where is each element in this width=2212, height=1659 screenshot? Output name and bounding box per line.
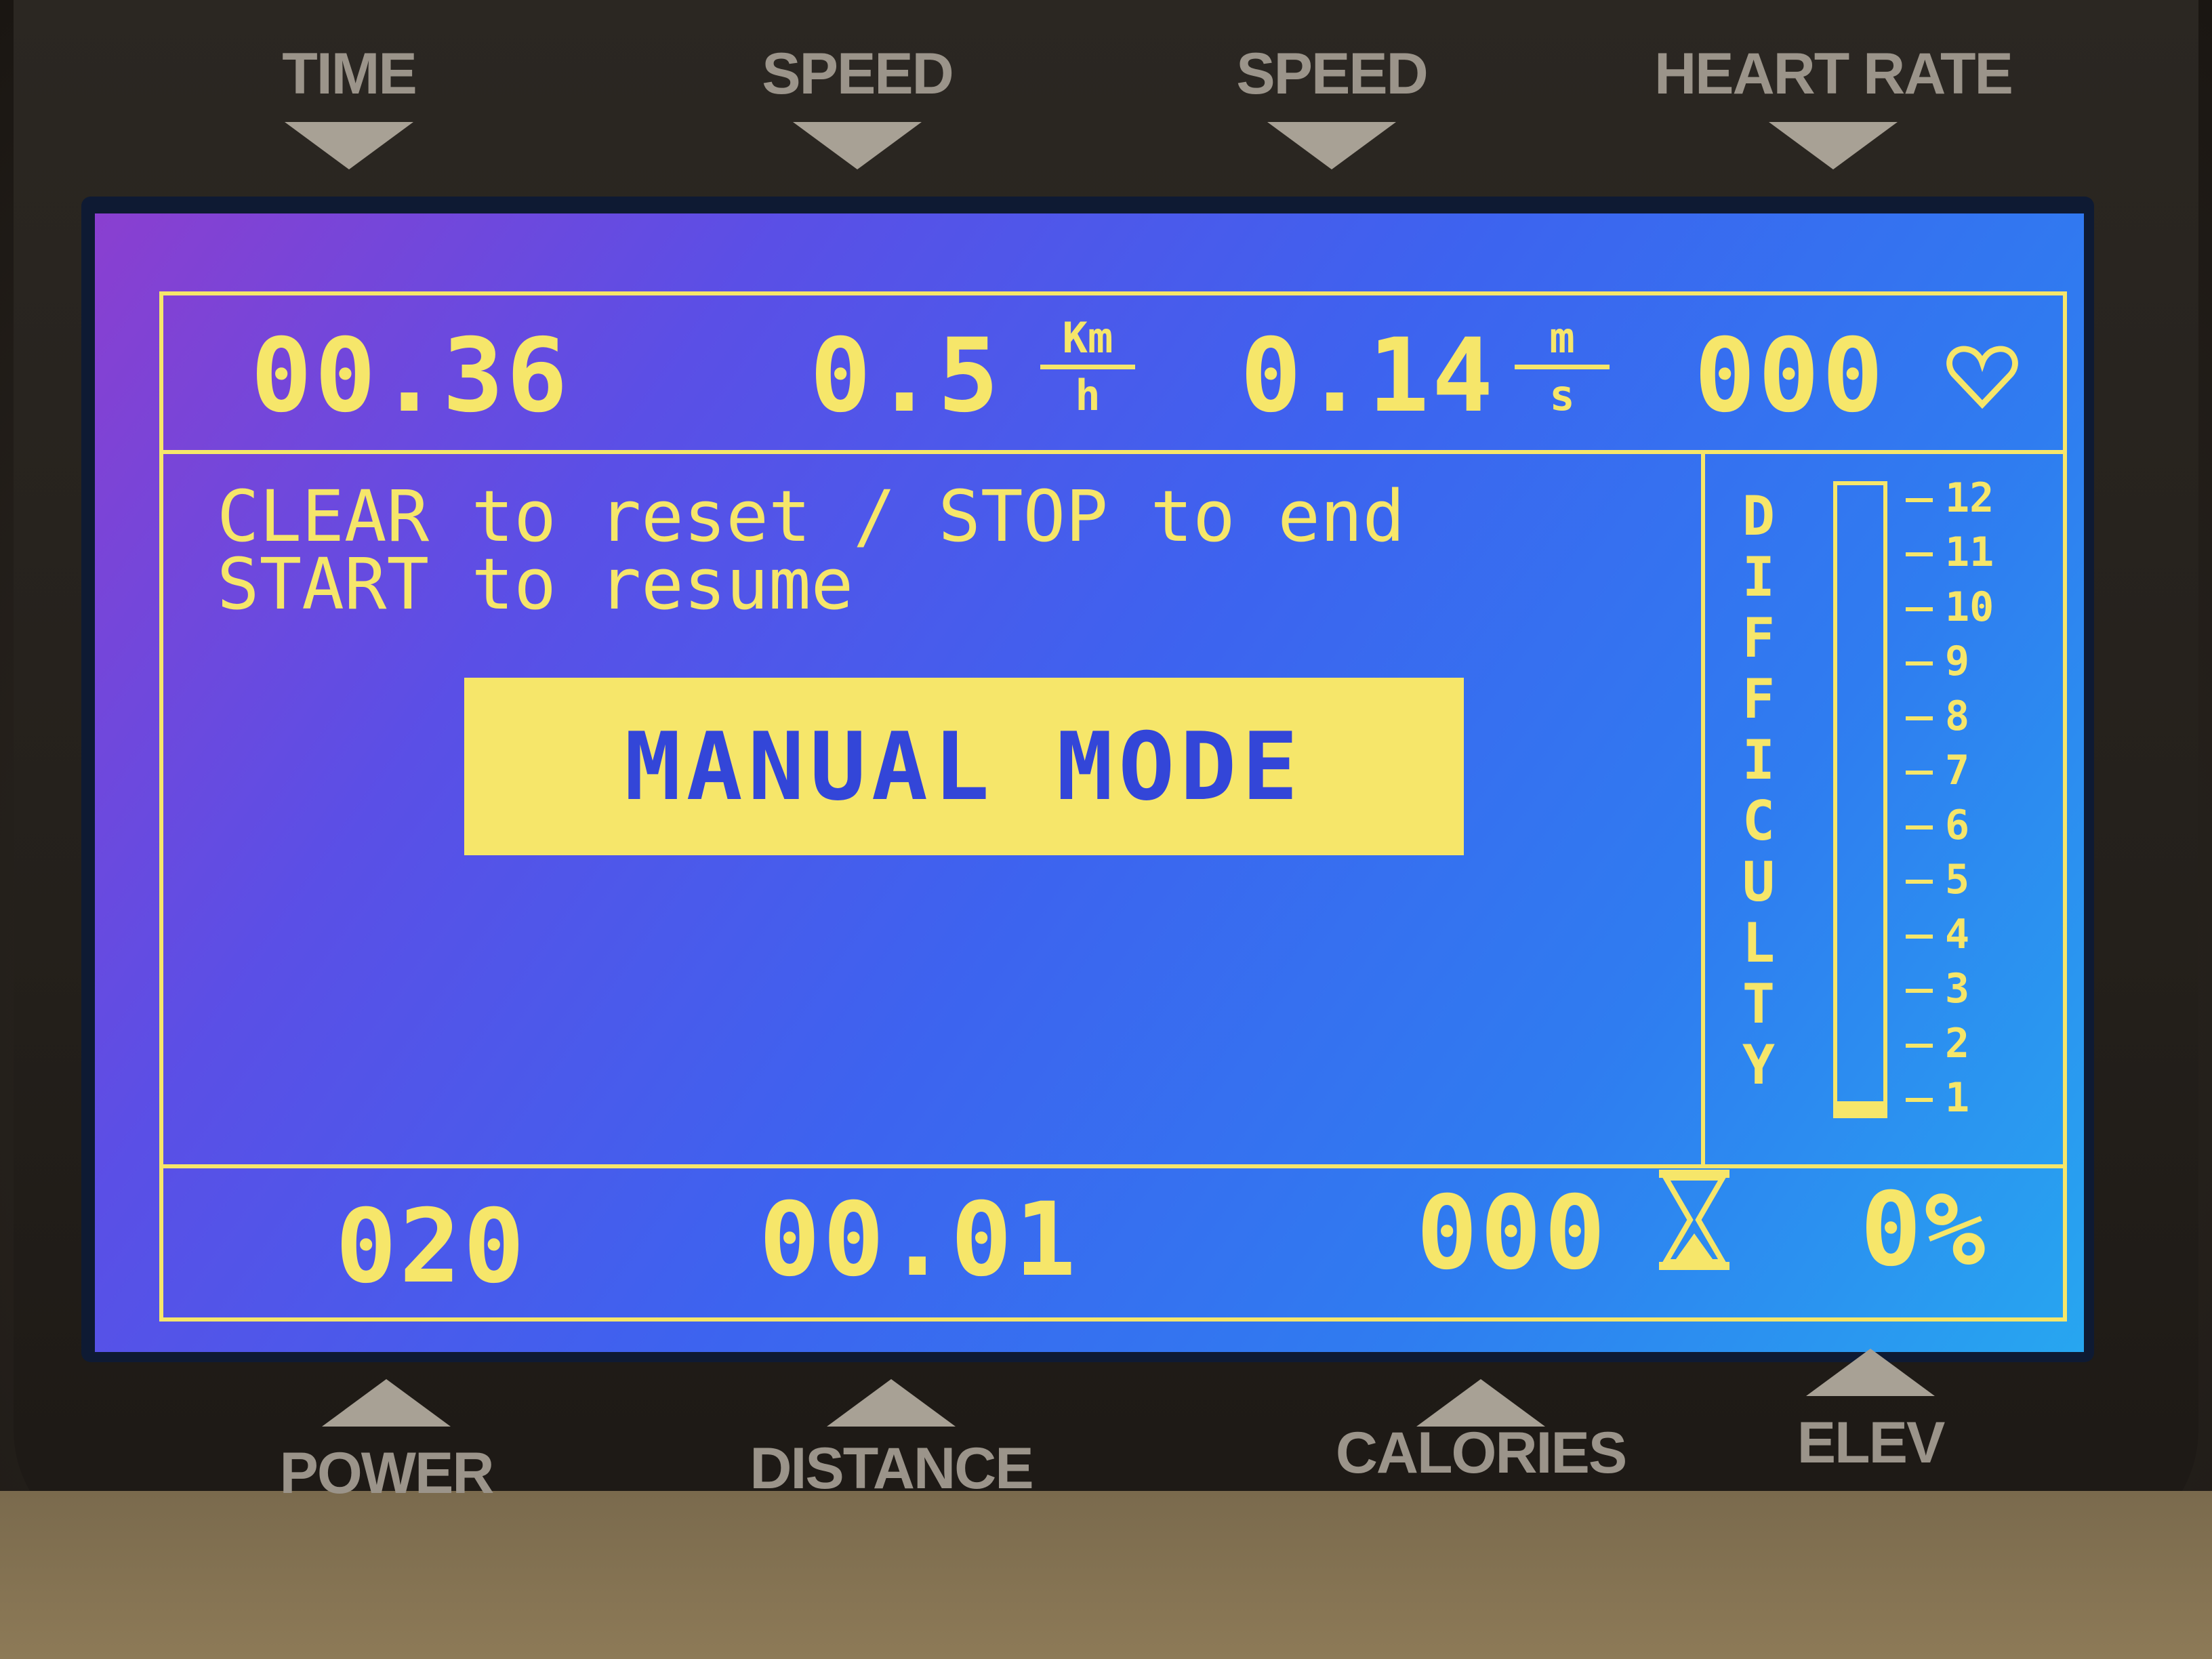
ms-unit: m s xyxy=(1515,317,1610,417)
power-button-label: POWER xyxy=(279,1441,495,1506)
difficulty-tick xyxy=(1906,661,1933,666)
console-body xyxy=(0,1491,2212,1659)
elevation-button-label: ELEV xyxy=(1797,1410,1946,1475)
difficulty-tick xyxy=(1906,1098,1933,1102)
speed-kmh-button[interactable] xyxy=(793,122,922,169)
difficulty-tick-label: 3 xyxy=(1945,965,1970,1013)
difficulty-tick-label: 4 xyxy=(1945,910,1970,958)
ms-unit-num: m xyxy=(1549,313,1575,363)
ms-unit-bar xyxy=(1515,365,1610,369)
power-value: 020 xyxy=(335,1188,527,1306)
mode-text: MANUAL MODE xyxy=(624,712,1304,821)
heart-rate-button-label: HEART RATE xyxy=(1654,41,2013,106)
difficulty-tick xyxy=(1906,498,1933,502)
hourglass-icon xyxy=(1654,1166,1735,1274)
difficulty-bar xyxy=(1833,481,1887,1118)
difficulty-tick-label: 1 xyxy=(1945,1074,1970,1122)
difficulty-letter: Y xyxy=(1742,1033,1776,1097)
calories-button-label: CALORIES xyxy=(1335,1420,1627,1486)
calories-value: 000 xyxy=(1416,1174,1608,1292)
time-button-label: TIME xyxy=(282,41,417,106)
difficulty-tick-label: 12 xyxy=(1945,474,1994,522)
difficulty-tick xyxy=(1906,607,1933,611)
ms-unit-den: s xyxy=(1549,371,1575,420)
difficulty-tick-label: 6 xyxy=(1945,801,1970,849)
heart-rate-button[interactable] xyxy=(1769,122,1898,169)
time-button[interactable] xyxy=(285,122,413,169)
speed-ms-button-label: SPEED xyxy=(1236,41,1429,106)
difficulty-tick-label: 5 xyxy=(1945,856,1970,904)
difficulty-tick xyxy=(1906,989,1933,994)
difficulty-letter: I xyxy=(1742,546,1776,609)
difficulty-letter: F xyxy=(1742,607,1776,670)
lcd-divider xyxy=(1701,454,1705,1166)
speed-button-label: SPEED xyxy=(762,41,954,106)
difficulty-tick-label: 2 xyxy=(1945,1019,1970,1067)
instruction-line-1: CLEAR to reset / STOP to end xyxy=(217,475,1406,558)
difficulty-tick-label: 11 xyxy=(1945,529,1994,577)
difficulty-letter: L xyxy=(1742,912,1776,975)
speed-ms-button[interactable] xyxy=(1267,122,1396,169)
difficulty-tick xyxy=(1906,1043,1933,1048)
distance-button-label: DISTANCE xyxy=(750,1436,1033,1501)
difficulty-tick xyxy=(1906,552,1933,557)
difficulty-tick xyxy=(1906,716,1933,720)
heart-outline-icon xyxy=(1945,339,2020,413)
distance-button[interactable] xyxy=(827,1379,956,1427)
time-value: 00.36 xyxy=(251,317,571,435)
heart-rate-value: 000 xyxy=(1694,317,1886,435)
speed-ms-value: 0.14 xyxy=(1240,317,1496,435)
elevation-value: 0% xyxy=(1860,1171,1988,1289)
difficulty-letter: F xyxy=(1742,668,1776,731)
difficulty-letter: I xyxy=(1742,729,1776,792)
kmh-unit-num: Km xyxy=(1062,313,1113,363)
difficulty-tick xyxy=(1906,825,1933,830)
difficulty-tick xyxy=(1906,880,1933,884)
difficulty-tick-label: 8 xyxy=(1945,692,1970,740)
mode-banner: MANUAL MODE xyxy=(464,678,1464,855)
difficulty-tick-label: 9 xyxy=(1945,638,1970,686)
difficulty-tick-label: 10 xyxy=(1945,583,1994,631)
kmh-unit: Km h xyxy=(1040,317,1135,417)
speed-kmh-value: 0.5 xyxy=(810,317,1002,435)
difficulty-letter: C xyxy=(1742,790,1776,853)
difficulty-tick xyxy=(1906,771,1933,775)
difficulty-bar-fill xyxy=(1837,1101,1883,1114)
distance-value: 00.01 xyxy=(759,1181,1079,1299)
difficulty-letter: T xyxy=(1742,972,1776,1036)
difficulty-letter: U xyxy=(1742,851,1776,914)
elevation-button[interactable] xyxy=(1806,1349,1935,1396)
power-button[interactable] xyxy=(322,1379,451,1427)
instruction-line-2: START to resume xyxy=(217,543,854,626)
difficulty-tick xyxy=(1906,934,1933,939)
kmh-unit-den: h xyxy=(1075,371,1101,420)
difficulty-letter: D xyxy=(1742,485,1776,548)
kmh-unit-bar xyxy=(1040,365,1135,369)
difficulty-tick-label: 7 xyxy=(1945,747,1970,795)
